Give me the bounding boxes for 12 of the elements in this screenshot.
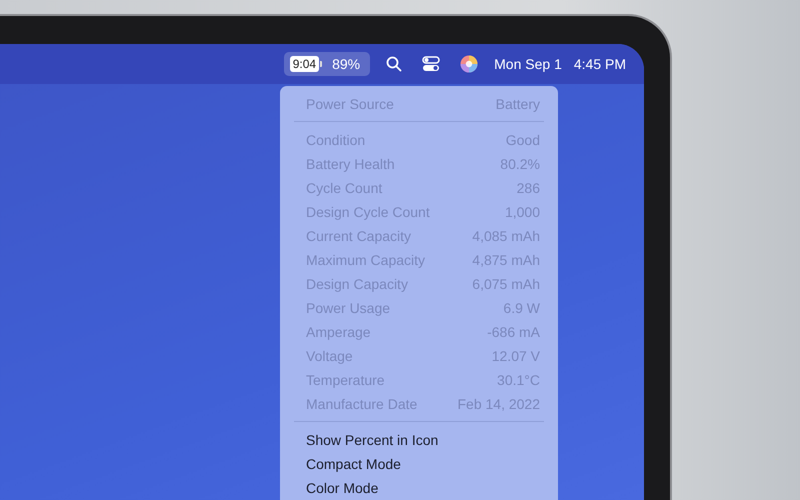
search-icon[interactable] — [386, 56, 402, 72]
battery-tip-icon — [320, 61, 322, 67]
menu-item[interactable]: Compact Mode — [306, 456, 401, 472]
colorful-circle-icon[interactable] — [460, 55, 478, 73]
menu-item[interactable]: Show Percent in Icon — [306, 432, 438, 448]
battery-percent: 89% — [332, 56, 360, 72]
date-label[interactable]: Mon Sep 1 — [490, 56, 566, 72]
toggle-switches-icon[interactable] — [422, 56, 440, 72]
time-label[interactable]: 4:45 PM — [570, 56, 630, 72]
battery-time-label: 9:04 — [290, 56, 320, 72]
menu-item[interactable]: Color Mode — [306, 480, 378, 496]
battery-menu-button[interactable]: 9:04 89% — [284, 52, 370, 76]
